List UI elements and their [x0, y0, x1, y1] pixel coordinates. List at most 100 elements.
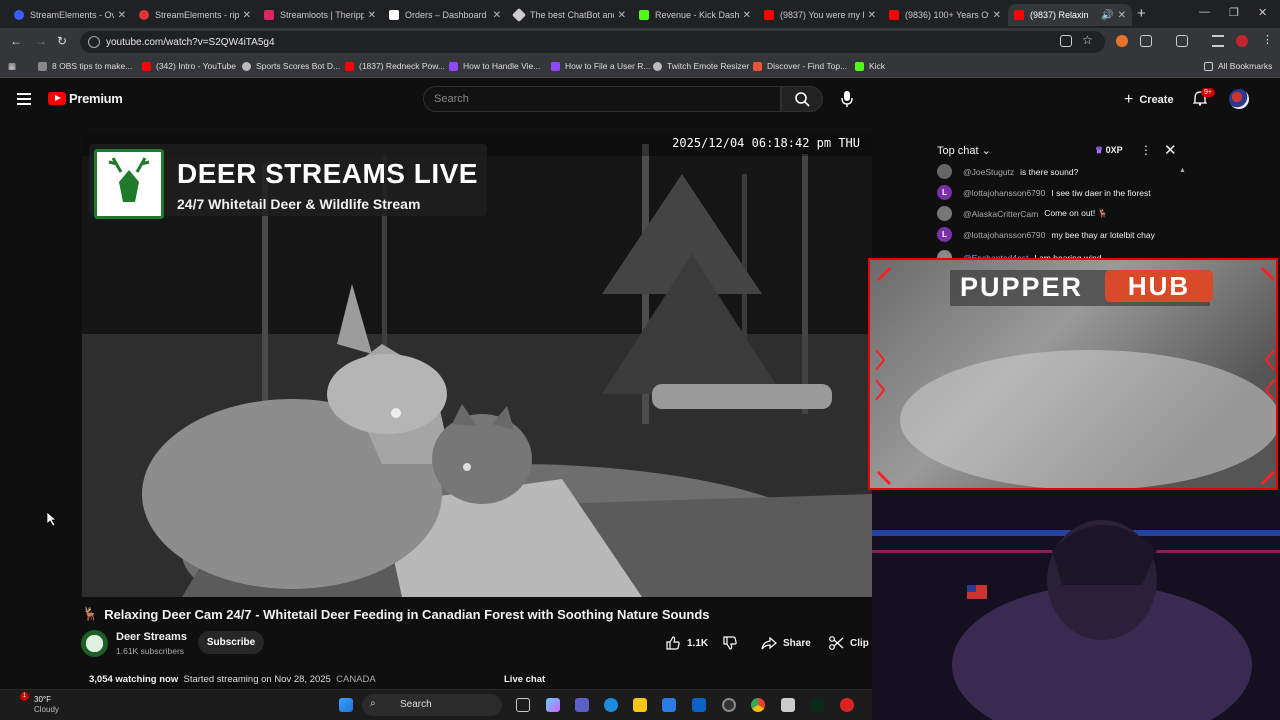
tab-streamelements-overview[interactable]: StreamElements - Ove ✕ [8, 4, 132, 26]
browser-menu-icon[interactable]: ⋮ [1262, 33, 1274, 46]
close-tab-icon[interactable]: ✕ [1118, 10, 1126, 21]
search-button[interactable] [781, 86, 823, 112]
address-bar[interactable]: youtube.com/watch?v=S2QW4iTA5g4 [80, 31, 1105, 53]
site-info-icon[interactable] [88, 36, 100, 48]
brand-left-text: PUPPER [960, 272, 1084, 302]
close-tab-icon[interactable]: ✕ [368, 10, 376, 21]
chat-scroll-up-icon[interactable]: ▲ [1179, 167, 1186, 174]
bookmark-obs-tips[interactable]: 8 OBS tips to make... [38, 61, 132, 71]
close-chat-icon[interactable]: ✕ [1164, 141, 1177, 159]
speaker-icon[interactable]: 🔊 [1101, 10, 1113, 21]
chat-options-icon[interactable]: ⋮ [1140, 143, 1152, 157]
app-icon[interactable] [781, 698, 795, 712]
close-tab-icon[interactable]: ✕ [493, 10, 501, 21]
media-controls-icon[interactable] [1212, 35, 1224, 47]
bookmark-intro-youtube[interactable]: (342) Intro - YouTube [142, 61, 236, 71]
subscribe-button[interactable]: Subscribe [198, 631, 264, 654]
bookmark-handle-viewers[interactable]: How to Handle Vie... [449, 61, 540, 71]
dislike-button[interactable] [722, 632, 738, 654]
chrome-icon[interactable] [751, 698, 765, 712]
channel-name[interactable]: Deer Streams [116, 631, 187, 643]
copilot-icon[interactable] [546, 698, 560, 712]
chat-avatar[interactable] [937, 206, 952, 221]
search-input[interactable]: Search [423, 86, 781, 112]
tab-orders-dashboard[interactable]: Orders – Dashboard ✕ [383, 4, 507, 26]
apps-grid-icon[interactable]: ▦ [8, 61, 16, 72]
chatbot-icon [511, 7, 527, 23]
extensions-puzzle-icon[interactable] [1140, 35, 1152, 47]
tab-kick-revenue[interactable]: Revenue - Kick Dashb ✕ [633, 4, 757, 26]
menu-icon[interactable] [17, 93, 31, 108]
streaming-app-icon[interactable] [840, 698, 854, 712]
new-tab-button[interactable]: + [1137, 5, 1146, 22]
close-tab-icon[interactable]: ✕ [868, 10, 876, 21]
minimize-button[interactable]: — [1199, 6, 1210, 18]
top-chat-dropdown[interactable]: Top chat ⌄ [937, 144, 991, 157]
edge-icon[interactable] [604, 698, 618, 712]
clip-button[interactable]: Clip [828, 632, 869, 654]
close-tab-icon[interactable]: ✕ [993, 10, 1001, 21]
teams-icon[interactable] [575, 698, 589, 712]
search-icon [795, 92, 810, 107]
tab-youtube-2[interactable]: (9836) 100+ Years Of ✕ [883, 4, 1007, 26]
terminal-icon[interactable] [810, 698, 824, 712]
sidepanel-icon[interactable] [1176, 35, 1188, 47]
tab-chatbot[interactable]: The best ChatBot and ✕ [508, 4, 632, 26]
video-player[interactable]: 2025/12/04 06:18:42 pm THU DEER STREAMS … [82, 134, 872, 597]
brand-right-text: HUB [1105, 270, 1213, 302]
bookmark-sports-scores[interactable]: Sports Scores Bot D... [242, 61, 340, 71]
close-tab-icon[interactable]: ✕ [243, 10, 251, 21]
close-window-button[interactable]: ✕ [1258, 6, 1267, 19]
file-explorer-icon[interactable] [633, 698, 647, 712]
windows-start-icon[interactable] [339, 698, 353, 712]
account-avatar[interactable] [1229, 89, 1249, 109]
bookmark-kick[interactable]: Kick [855, 61, 885, 71]
taskbar-search[interactable]: ⌕ Search [362, 694, 502, 716]
tab-streamelements-ripp[interactable]: StreamElements - ripp ✕ [133, 4, 257, 26]
tab-youtube-1[interactable]: (9837) You were my b ✕ [758, 4, 882, 26]
like-button[interactable]: 1.1K [665, 632, 708, 654]
profile-avatar-icon[interactable] [1236, 35, 1248, 47]
orders-icon [389, 10, 399, 20]
channel-avatar[interactable] [81, 630, 108, 657]
search-icon: ⌕ [370, 698, 376, 709]
tab-streamloots[interactable]: Streamloots | Theripp ✕ [258, 4, 382, 26]
forward-icon[interactable]: → [35, 34, 47, 48]
chat-message: L @lottajohansson6790 I see tiw daer in th… [937, 185, 1151, 200]
bookmark-redneck[interactable]: (1837) Redneck Pow... [345, 61, 445, 71]
outlook-icon[interactable] [692, 698, 706, 712]
extension-icon[interactable] [1116, 35, 1128, 47]
weather-widget[interactable]: 30°F Cloudy [34, 695, 59, 715]
chat-avatar[interactable]: L [937, 227, 952, 242]
bookmark-star-icon[interactable]: ☆ [1082, 33, 1094, 47]
close-tab-icon[interactable]: ✕ [118, 10, 126, 21]
obs-icon[interactable] [722, 698, 736, 712]
cast-icon[interactable] [1060, 35, 1072, 47]
close-tab-icon[interactable]: ✕ [743, 10, 751, 21]
restore-button[interactable]: ❐ [1229, 6, 1239, 19]
overlay-subtitle: 24/7 Whitetail Deer & Wildlife Stream [177, 196, 421, 212]
live-chat-tab[interactable]: Live chat [504, 674, 545, 685]
bookmark-file-report[interactable]: How to File a User R... [551, 61, 651, 71]
microphone-icon[interactable] [840, 90, 854, 108]
youtube-logo[interactable]: Premium [48, 91, 123, 106]
store-icon[interactable] [662, 698, 676, 712]
create-button[interactable]: + Create [1124, 91, 1174, 109]
close-tab-icon[interactable]: ✕ [618, 10, 626, 21]
globe-icon [242, 61, 251, 71]
reload-icon[interactable]: ↻ [57, 34, 67, 48]
notification-count-badge: 9+ [1201, 88, 1215, 97]
bookmark-discover[interactable]: Discover - Find Top... [753, 61, 847, 71]
task-view-icon[interactable] [516, 698, 530, 712]
bookmark-emote-resizer[interactable]: Twitch Emote Resizer [653, 61, 749, 71]
deer-streams-logo-icon [94, 149, 164, 219]
all-bookmarks[interactable]: All Bookmarks [1204, 61, 1272, 71]
chat-avatar[interactable]: L [937, 185, 952, 200]
xp-counter[interactable]: ♛ 0XP [1095, 145, 1123, 156]
chat-avatar[interactable] [937, 164, 952, 179]
share-button[interactable]: Share [761, 632, 811, 654]
back-icon[interactable]: ← [10, 34, 22, 48]
streamelements-icon [14, 10, 24, 20]
youtube-icon [1014, 10, 1024, 20]
tab-youtube-active[interactable]: (9837) Relaxin 🔊 ✕ [1008, 4, 1132, 26]
